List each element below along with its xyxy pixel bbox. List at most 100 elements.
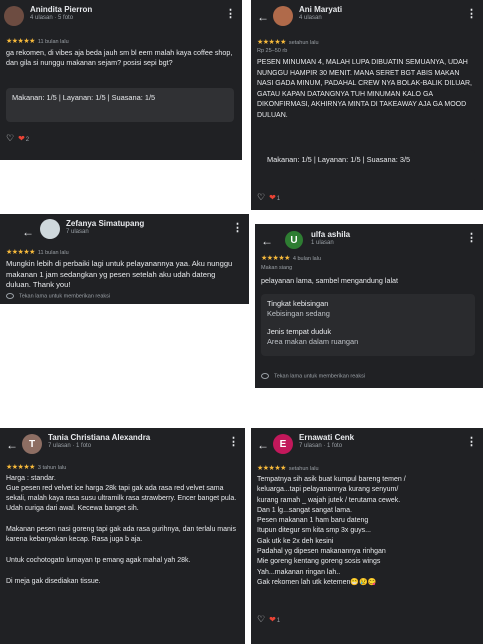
review-panel-1: Anindita Pierron 4 ulasan · 5 foto ⋮ ★★★…: [0, 0, 242, 160]
review-paragraph: Gue pesen red velvet ice harga 28k tapi …: [6, 485, 237, 512]
back-arrow-icon[interactable]: ←: [6, 439, 18, 451]
back-arrow-icon[interactable]: ←: [257, 11, 269, 23]
meal-type: Makan siang: [261, 265, 293, 271]
review-line: kurang ramah _ wajah jutek / terutama ce…: [257, 496, 401, 504]
reactions-row[interactable]: ♡ ❤1: [257, 614, 280, 625]
review-text: Tempatnya sih asik buat kumpul bareng te…: [257, 475, 475, 588]
reviewer-name[interactable]: Anindita Pierron: [30, 5, 92, 14]
reviewer-stats: 7 ulasan · 1 foto: [299, 443, 343, 449]
reaction-hint[interactable]: Tekan lama untuk memberikan reaksi: [261, 373, 365, 379]
more-options-icon[interactable]: ⋮: [228, 437, 239, 448]
review-date: setahun lalu: [288, 40, 319, 46]
review-panel-4-footer: Tekan lama untuk memberikan reaksi: [255, 364, 483, 388]
review-date: 11 bulan lalu: [37, 39, 69, 45]
review-line: Tempatnya sih asik buat kumpul bareng te…: [257, 476, 406, 483]
reaction-icon: [261, 373, 269, 379]
rating-row: ★★★★★ 11 bulan lalu: [6, 37, 69, 45]
rating-row: ★★★★★ setahun lalu: [257, 464, 319, 472]
review-panel-2: ← Ani Maryati 4 ulasan ⋮ ★★★★★ setahun la…: [251, 0, 483, 210]
rating-row: ★★★★★ 3 tahun lalu: [6, 463, 66, 471]
heart-icon: ❤: [269, 615, 276, 624]
review-line: Gak utk ke 2x deh kesini: [257, 537, 334, 545]
heart-outline-icon[interactable]: ♡: [257, 614, 265, 624]
back-arrow-icon[interactable]: ←: [257, 439, 269, 451]
review-date: 3 tahun lalu: [37, 465, 67, 471]
review-panel-3: ← Zefanya Simatupang 7 ulasan ⋮ ★★★★★ 11 …: [0, 214, 249, 304]
review-panel-5: ← T Tania Christiana Alexandra 7 ulasan …: [0, 428, 245, 644]
review-panel-6: ← E Ernawati Cenk 7 ulasan · 1 foto ⋮ ★★…: [251, 428, 483, 644]
reaction-count: 1: [276, 618, 281, 624]
sub-ratings-box: Makanan: 1/5 | Layanan: 1/5 | Suasana: 1…: [6, 88, 234, 122]
star-rating: ★★★★★: [257, 39, 286, 46]
review-panel-4: ← U ulfa ashila 1 ulasan ⋮ ★★★★★ 4 bulan …: [255, 224, 483, 364]
review-line: Mie goreng kentang goreng sosis wings: [257, 558, 381, 566]
seat-value: Area makan dalam ruangan: [267, 337, 359, 346]
reaction-hint-text: Tekan lama untuk memberikan reaksi: [19, 293, 111, 300]
review-date: 4 bulan lalu: [292, 256, 322, 262]
sub-ratings-box: Makanan: 1/5 | Layanan: 1/5 | Suasana: 3…: [257, 150, 475, 182]
avatar[interactable]: [40, 219, 60, 239]
avatar[interactable]: [4, 6, 24, 26]
reviewer-stats: 1 ulasan: [311, 240, 334, 246]
noise-value: Kebisingan sedang: [267, 309, 330, 318]
review-text: pelayanan lama, sambel mengandung lalat: [261, 276, 399, 285]
reviewer-name[interactable]: ulfa ashila: [311, 230, 350, 239]
avatar[interactable]: T: [22, 434, 42, 454]
review-line: Itupun ditegur sm kita smp 3x guys...: [257, 527, 371, 535]
back-arrow-icon[interactable]: ←: [22, 226, 34, 238]
review-text: Mungkin lebih di perbaiki lagi untuk pel…: [6, 259, 233, 289]
more-options-icon[interactable]: ⋮: [225, 9, 236, 20]
review-line: Padahal yg dipesen makanannya rinhgan: [257, 548, 386, 556]
reviewer-name[interactable]: Zefanya Simatupang: [66, 219, 144, 228]
rating-row: ★★★★★ 11 bulan lalu: [6, 248, 69, 256]
more-options-icon[interactable]: ⋮: [466, 9, 477, 20]
rating-row: ★★★★★ 4 bulan lalu: [261, 254, 321, 262]
reaction-hint-text: Tekan lama untuk memberikan reaksi: [274, 373, 366, 380]
back-arrow-icon[interactable]: ←: [261, 235, 273, 247]
reviewer-stats: 4 ulasan: [299, 15, 322, 21]
review-text: PESEN MINUMAN 4, MALAH LUPA DIBUATIN SEM…: [257, 59, 472, 119]
reactions-row[interactable]: ♡ ❤1: [257, 192, 280, 203]
review-paragraph: Di meja gak disediakan tissue.: [6, 578, 101, 585]
more-options-icon[interactable]: ⋮: [466, 233, 477, 244]
avatar[interactable]: E: [273, 434, 293, 454]
star-rating: ★★★★★: [257, 465, 286, 472]
review-text: Harga : standar. Gue pesen red velvet ic…: [6, 474, 237, 587]
reviewer-stats: 7 ulasan: [66, 229, 89, 235]
avatar[interactable]: U: [285, 231, 303, 249]
heart-icon: ❤: [269, 193, 276, 202]
heart-outline-icon[interactable]: ♡: [257, 192, 265, 202]
reviewer-name[interactable]: Ani Maryati: [299, 5, 342, 14]
reaction-icon: [6, 293, 14, 299]
review-line: Pesen makanan 1 ham baru dateng: [257, 517, 369, 525]
attributes-box: Tingkat kebisingan Kebisingan sedang Jen…: [261, 294, 475, 356]
reviewer-stats: 7 ulasan · 1 foto: [48, 443, 92, 449]
review-date: 11 bulan lalu: [37, 250, 69, 256]
reaction-hint[interactable]: Tekan lama untuk memberikan reaksi: [6, 293, 110, 299]
more-options-icon[interactable]: ⋮: [466, 437, 477, 448]
review-line: Yah...makanan ringan lah..: [257, 568, 341, 576]
review-paragraph: Harga : standar.: [6, 475, 56, 482]
review-paragraph: Makanan pesen nasi goreng tapi gak ada r…: [6, 526, 236, 543]
star-rating: ★★★★★: [6, 249, 35, 256]
price-range: Rp 25–50 rb: [257, 48, 288, 54]
more-options-icon[interactable]: ⋮: [232, 223, 243, 234]
review-line: Dan 1 lg...sangat sangat lama.: [257, 506, 352, 514]
rating-row: ★★★★★ setahun lalu: [257, 38, 319, 46]
star-rating: ★★★★★: [261, 255, 290, 262]
noise-label: Tingkat kebisingan: [267, 299, 329, 308]
avatar[interactable]: [273, 6, 293, 26]
reviewer-stats: 4 ulasan · 5 foto: [30, 15, 74, 21]
reviewer-name[interactable]: Tania Christiana Alexandra: [48, 433, 150, 442]
review-date: setahun lalu: [288, 466, 319, 472]
reviewer-name[interactable]: Ernawati Cenk: [299, 433, 354, 442]
review-paragraph: Untuk cochotogato lumayan tp emang agak …: [6, 557, 191, 564]
heart-outline-icon[interactable]: ♡: [6, 133, 14, 143]
review-line: Gak rekomen lah utk ketemen😁😢😋: [257, 578, 377, 586]
reaction-count: 2: [25, 137, 30, 143]
reactions-row[interactable]: ♡ ❤2: [6, 133, 29, 144]
reaction-count: 1: [276, 196, 281, 202]
star-rating: ★★★★★: [6, 464, 35, 471]
seat-label: Jenis tempat duduk: [267, 327, 332, 336]
review-line: keluarga...tapi pelayanannya kurang seny…: [257, 486, 399, 494]
